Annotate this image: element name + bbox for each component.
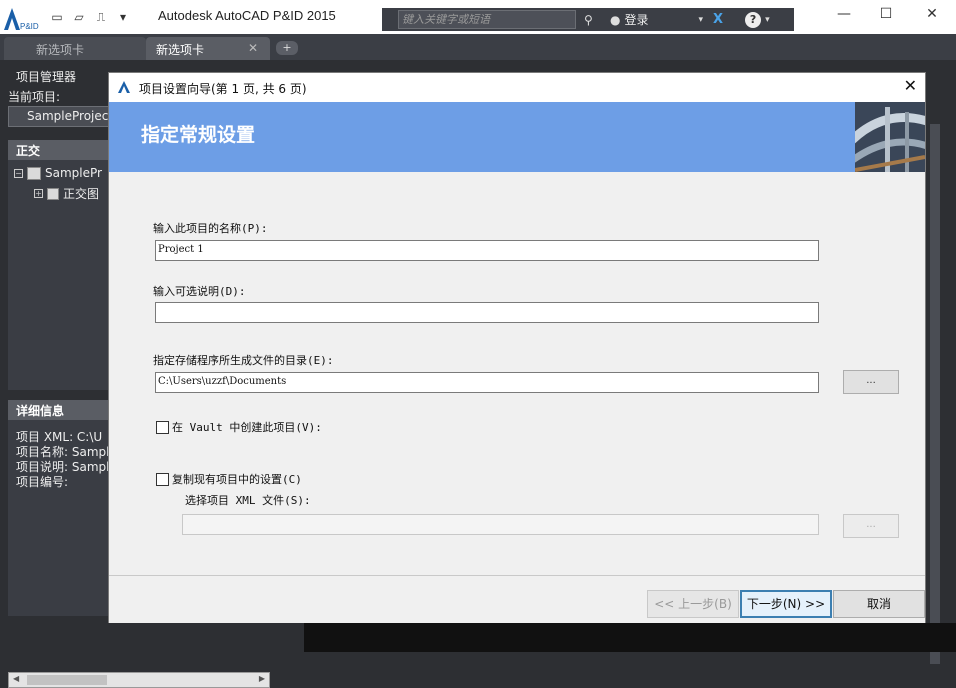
- tab-close-icon[interactable]: ✕: [248, 41, 258, 55]
- add-tab-icon[interactable]: +: [276, 41, 298, 55]
- wizard-content: 输入此项目的名称(P): Project 1 输入可选说明(D): 指定存储程序…: [109, 172, 925, 575]
- tab-new-1[interactable]: 新选项卡: [4, 37, 146, 60]
- quick-access-toolbar: ▭ ▱ ⎍ ▾: [48, 9, 132, 25]
- detail-number: 项目编号:: [16, 475, 69, 489]
- wizard-banner: 指定常规设置: [109, 102, 925, 172]
- back-button[interactable]: << 上一步(B): [647, 590, 739, 618]
- description-input[interactable]: [155, 302, 819, 323]
- dialog-title-bar: 项目设置向导(第 1 页, 共 6 页) ✕: [109, 73, 925, 102]
- scroll-thumb[interactable]: [27, 675, 107, 685]
- tab-label: 新选项卡: [36, 43, 85, 57]
- project-icon: [27, 166, 41, 180]
- vault-label: 在 Vault 中创建此项目(V):: [172, 421, 322, 434]
- project-tree: − SamplePr + 正交图: [8, 160, 110, 390]
- right-edge-panel: [926, 60, 956, 664]
- palette-title: 项目管理器: [16, 70, 77, 84]
- current-project-label: 当前项目:: [8, 90, 61, 104]
- logo-text: P&ID: [20, 22, 39, 31]
- vertical-scrollbar[interactable]: [930, 124, 940, 664]
- save-icon[interactable]: ⎍: [92, 9, 110, 25]
- binoculars-icon[interactable]: ⚲: [584, 13, 604, 27]
- browse-directory-button[interactable]: ...: [843, 370, 899, 394]
- app-title: Autodesk AutoCAD P&ID 2015: [158, 8, 336, 23]
- current-project-select[interactable]: SampleProject: [8, 106, 118, 127]
- document-tab-bar: 新选项卡 新选项卡 ✕ +: [0, 34, 956, 60]
- help-dropdown-icon[interactable]: ▾: [765, 15, 770, 25]
- tree-item[interactable]: + 正交图: [34, 185, 99, 202]
- xml-file-label: 选择项目 XML 文件(S):: [185, 494, 311, 507]
- description-label: 输入可选说明(D):: [153, 285, 246, 298]
- drawing-folder-icon: [47, 187, 59, 200]
- tree-item-label: 正交图: [63, 187, 100, 201]
- expand-icon[interactable]: +: [34, 189, 43, 198]
- autodesk-logo-icon: [118, 81, 130, 93]
- user-icon: ●: [610, 12, 621, 27]
- project-name-input[interactable]: Project 1: [155, 240, 819, 261]
- pipes-image: [855, 102, 925, 172]
- collapse-icon[interactable]: −: [14, 168, 23, 178]
- open-folder-icon[interactable]: ▱: [70, 9, 88, 25]
- copy-settings-checkbox[interactable]: [156, 473, 169, 486]
- dialog-title: 项目设置向导(第 1 页, 共 6 页): [139, 82, 307, 96]
- login-dropdown-icon[interactable]: ▾: [699, 15, 704, 25]
- minimize-icon[interactable]: —: [834, 6, 854, 22]
- wizard-footer: << 上一步(B) 下一步(N) >> 取消: [109, 575, 925, 623]
- project-name-label: 输入此项目的名称(P):: [153, 222, 268, 235]
- horizontal-scrollbar[interactable]: ◀ ▶: [8, 672, 270, 688]
- tab-label: 新选项卡: [156, 43, 205, 57]
- banner-heading: 指定常规设置: [141, 124, 256, 146]
- title-bar: P&ID ▭ ▱ ⎍ ▾ Autodesk AutoCAD P&ID 2015 …: [0, 0, 956, 34]
- copy-settings-label: 复制现有项目中的设置(C): [172, 473, 302, 486]
- tab-new-2[interactable]: 新选项卡 ✕: [146, 37, 270, 60]
- browse-xml-button[interactable]: ...: [843, 514, 899, 538]
- scroll-left-icon[interactable]: ◀: [13, 674, 19, 683]
- tree-item-label: SamplePr: [45, 166, 102, 180]
- new-file-icon[interactable]: ▭: [48, 9, 66, 25]
- search-input[interactable]: 键入关键字或短语: [398, 10, 576, 29]
- tree-header: 正交: [8, 140, 110, 160]
- maximize-icon[interactable]: ☐: [876, 6, 896, 22]
- tree-item[interactable]: − SamplePr: [14, 166, 102, 180]
- close-window-icon[interactable]: ✕: [922, 6, 942, 22]
- next-button[interactable]: 下一步(N) >>: [740, 590, 832, 618]
- dialog-close-icon[interactable]: ✕: [904, 76, 917, 95]
- details-header: 详细信息: [8, 400, 110, 420]
- info-center: 键入关键字或短语 ⚲ ● 登录 ▾ X ? ▾: [382, 8, 794, 31]
- vault-checkbox[interactable]: [156, 421, 169, 434]
- directory-input[interactable]: C:\Users\uzzf\Documents: [155, 372, 819, 393]
- directory-label: 指定存储程序所生成文件的目录(E):: [153, 354, 334, 367]
- cancel-button[interactable]: 取消: [833, 590, 925, 618]
- details-panel: 项目 XML: C:\U 项目名称: Sampl 项目说明: Sampl 项目编…: [8, 420, 110, 616]
- help-icon[interactable]: ?: [745, 11, 762, 28]
- exchange-apps-icon[interactable]: X: [713, 12, 723, 27]
- project-setup-wizard-dialog: 项目设置向导(第 1 页, 共 6 页) ✕ 指定常规设置 输入此项目的名称(P…: [108, 72, 926, 623]
- xml-file-input[interactable]: [182, 514, 819, 535]
- login-button[interactable]: 登录: [624, 11, 648, 28]
- drawing-area[interactable]: [304, 623, 956, 652]
- app-logo-icon[interactable]: P&ID: [2, 4, 40, 32]
- scroll-right-icon[interactable]: ▶: [259, 674, 265, 683]
- quick-access-dropdown-icon[interactable]: ▾: [114, 9, 132, 25]
